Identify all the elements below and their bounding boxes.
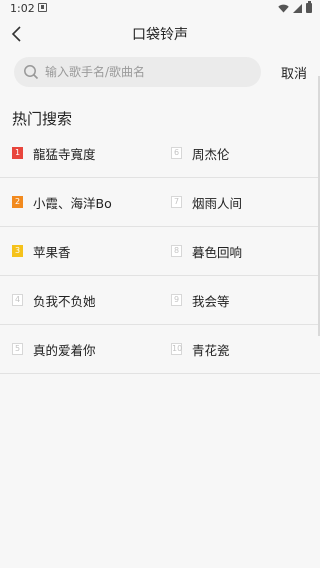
- hot-row: 4 负我不负她 9 我会等: [0, 276, 320, 325]
- keyword-label: 龍猛寺寬度: [33, 146, 96, 162]
- hot-row: 3 苹果香 8 暮色回响: [0, 227, 320, 276]
- keyword-label: 周杰伦: [192, 146, 230, 162]
- search-box[interactable]: [14, 57, 261, 87]
- search-input[interactable]: [45, 62, 250, 82]
- hot-search-item[interactable]: 7 烟雨人间: [171, 178, 311, 226]
- cancel-button[interactable]: 取消: [281, 63, 307, 82]
- status-bar: 1:02: [0, 0, 320, 18]
- rank-badge: 6: [171, 147, 182, 159]
- notification-icon: [38, 3, 47, 12]
- keyword-label: 青花瓷: [192, 342, 230, 358]
- keyword-label: 烟雨人间: [192, 195, 243, 211]
- rank-badge: 3: [12, 245, 23, 257]
- rank-badge: 10: [171, 343, 183, 355]
- keyword-label: 我会等: [192, 293, 230, 309]
- hot-search-list: 1 龍猛寺寬度 6 周杰伦 2 小霞、海洋Bo 7 烟雨人间 3 苹果香 8 暮…: [0, 129, 320, 374]
- hot-search-item[interactable]: 1 龍猛寺寬度: [12, 129, 162, 177]
- hot-row: 5 真的爱着你 10 青花瓷: [0, 325, 320, 374]
- keyword-label: 苹果香: [33, 244, 71, 260]
- rank-badge: 9: [171, 294, 182, 306]
- search-row: 取消: [14, 57, 312, 87]
- signal-icon: [293, 3, 302, 13]
- keyword-label: 暮色回响: [192, 244, 243, 260]
- rank-badge: 7: [171, 196, 182, 208]
- rank-badge: 8: [171, 245, 182, 257]
- search-icon: [24, 65, 39, 80]
- hot-search-item[interactable]: 8 暮色回响: [171, 227, 311, 275]
- hot-search-item[interactable]: 5 真的爱着你: [12, 325, 162, 373]
- battery-icon: [306, 1, 312, 13]
- rank-badge: 1: [12, 147, 23, 159]
- keyword-label: 负我不负她: [33, 293, 96, 309]
- rank-badge: 5: [12, 343, 23, 355]
- status-icons: [278, 1, 312, 13]
- hot-search-item[interactable]: 2 小霞、海洋Bo: [12, 178, 162, 226]
- wifi-icon: [278, 4, 289, 13]
- hot-search-item[interactable]: 9 我会等: [171, 276, 311, 324]
- page-title: 口袋铃声: [132, 27, 188, 43]
- hot-row: 1 龍猛寺寬度 6 周杰伦: [0, 129, 320, 178]
- nav-bar: 口袋铃声: [0, 18, 320, 50]
- hot-search-item[interactable]: 3 苹果香: [12, 227, 162, 275]
- rank-badge: 4: [12, 294, 23, 306]
- keyword-label: 小霞、海洋Bo: [33, 195, 112, 211]
- hot-row: 2 小霞、海洋Bo 7 烟雨人间: [0, 178, 320, 227]
- rank-badge: 2: [12, 196, 23, 208]
- keyword-label: 真的爱着你: [33, 342, 96, 358]
- hot-search-item[interactable]: 4 负我不负她: [12, 276, 162, 324]
- hot-search-item[interactable]: 10 青花瓷: [171, 325, 311, 373]
- hot-search-title: 热门搜索: [12, 110, 73, 128]
- status-time: 1:02: [10, 2, 35, 15]
- hot-search-item[interactable]: 6 周杰伦: [171, 129, 311, 177]
